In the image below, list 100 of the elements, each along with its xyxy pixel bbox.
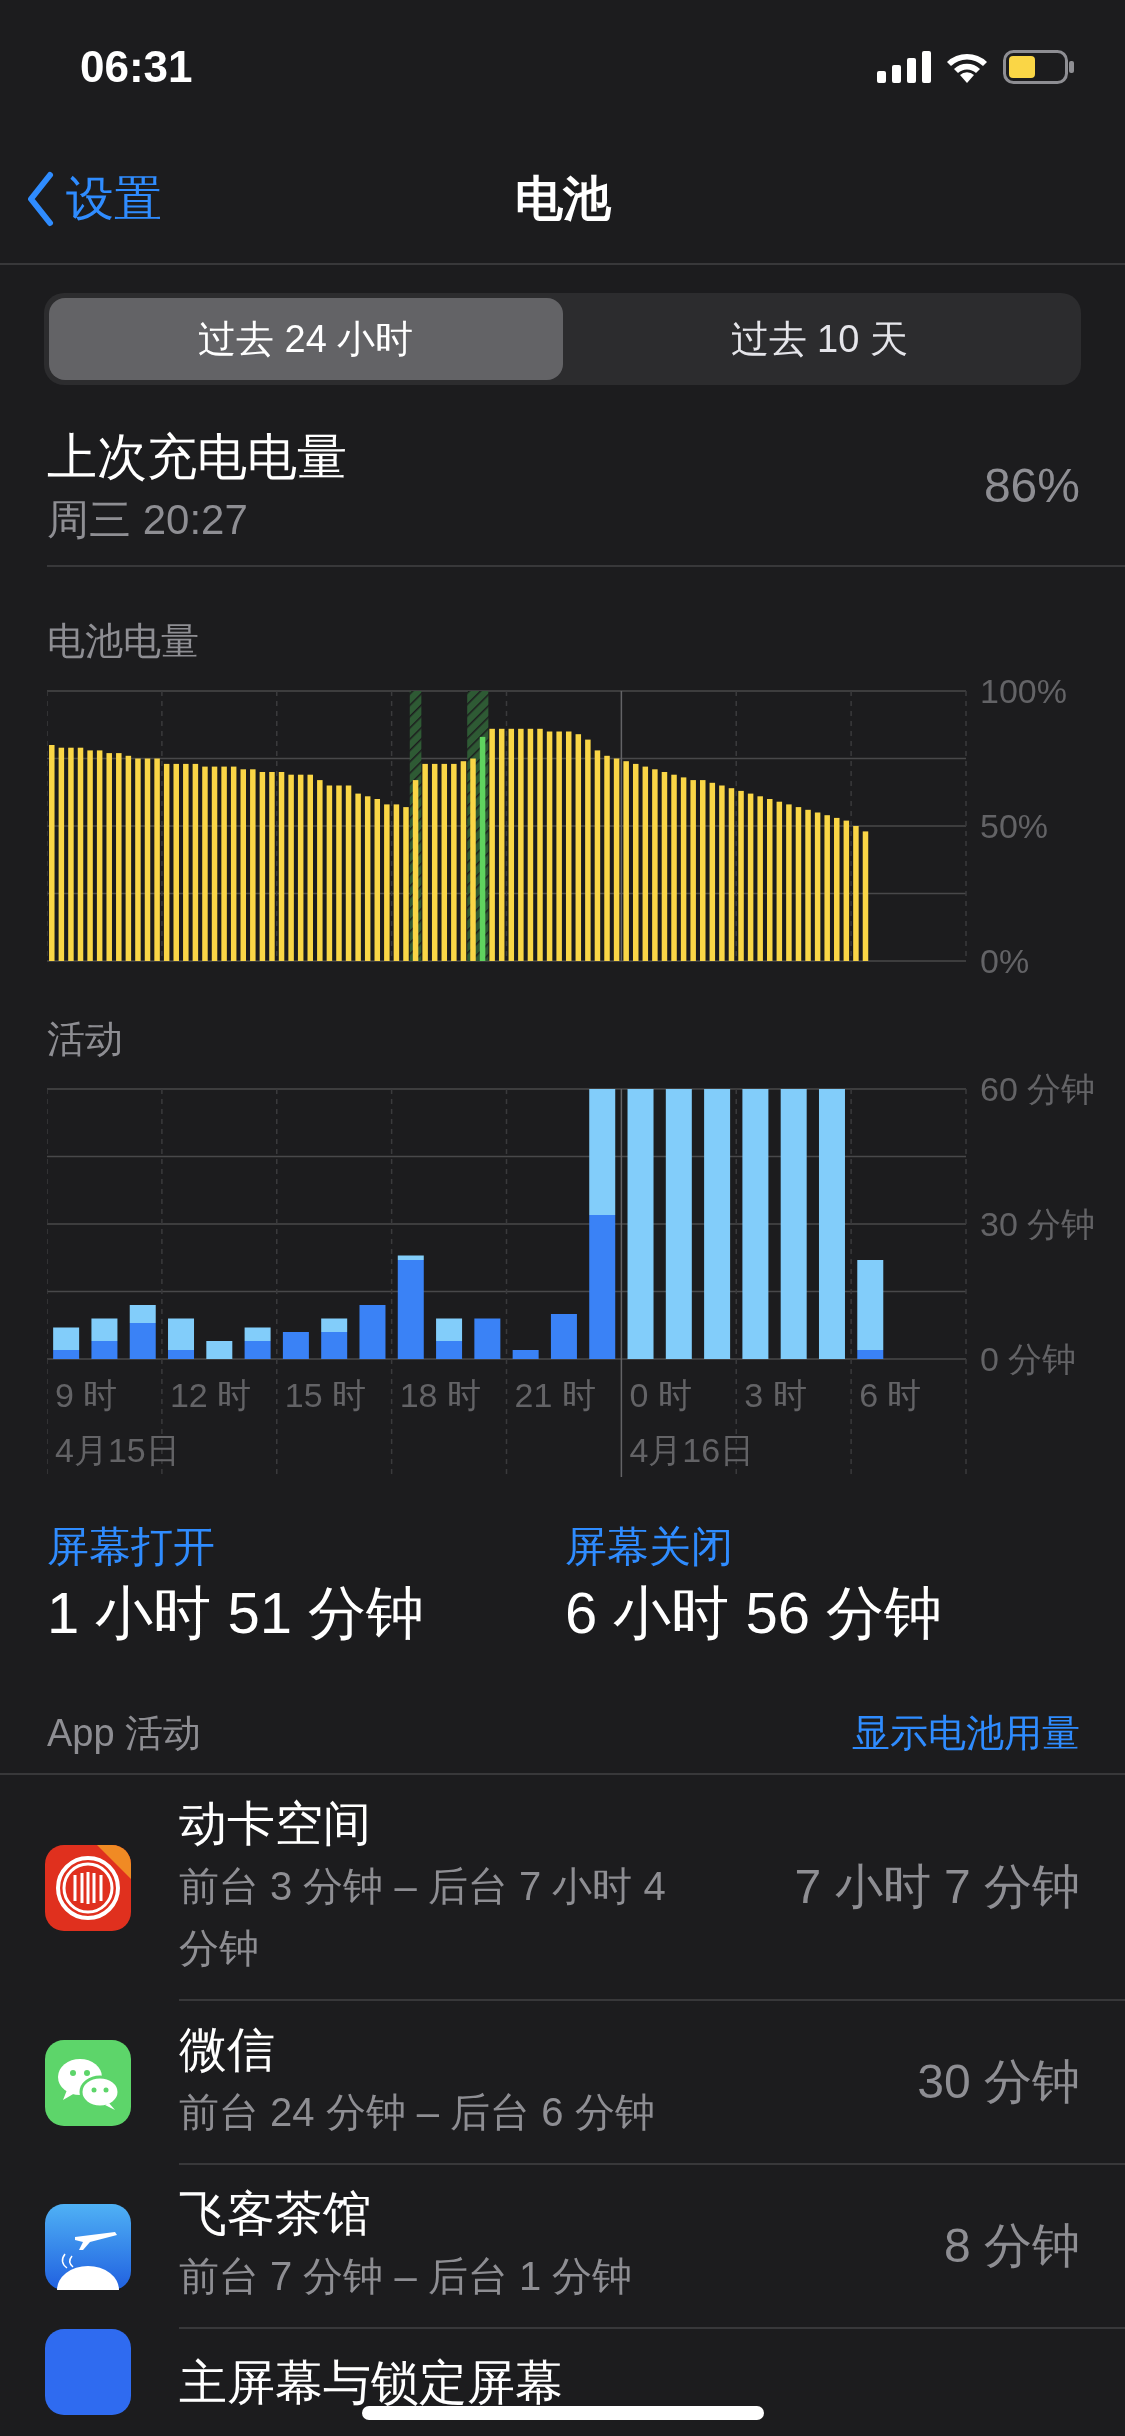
hour-label: 9 时 [55,1376,118,1414]
app-icon [45,2329,131,2415]
axis-label: 50% [980,807,1049,845]
bar [96,750,103,961]
app-row[interactable]: 动卡空间 前台 3 分钟 – 后台 7 小时 4 分钟 7 小时 7 分钟 [0,1775,1125,2001]
bar [431,763,438,961]
bar [489,728,495,961]
hour-label: 6 时 [859,1376,922,1414]
axis-label: 60 分钟 [980,1070,1096,1108]
bar [556,731,562,961]
bar [527,728,534,961]
bar [364,796,371,961]
bar [230,766,237,961]
bar [278,772,285,961]
bar [589,1089,616,1215]
bar [728,788,735,961]
bar [742,1089,769,1359]
bar [183,763,189,961]
bar [403,807,409,961]
stat-value: 1 小时 51 分钟 [47,1579,426,1647]
bar [589,1215,616,1359]
bar [824,815,830,961]
bar [87,750,93,961]
date-label: 4月16日 [629,1431,755,1469]
bar [58,747,65,961]
bar [436,1341,463,1359]
segment-tab[interactable]: 过去 10 天 [562,298,1076,380]
hour-label: 15 时 [284,1376,366,1414]
axis-label: 0% [980,942,1030,980]
bar [345,785,352,961]
last-charge-level: 86% [983,458,1080,514]
segment-tab[interactable]: 过去 24 小时 [49,298,563,380]
bar [336,785,342,961]
bar [259,772,266,961]
hour-label: 18 时 [399,1376,481,1414]
bar [474,1318,501,1359]
bar [512,1350,539,1359]
bar [221,766,227,961]
axis-label: 100% [980,672,1067,710]
bar [202,766,208,961]
bar [317,780,323,961]
hour-label: 12 时 [169,1376,252,1414]
show-usage-link[interactable]: 显示电池用量 [852,1704,1080,1762]
bar [709,782,716,961]
bar [77,747,84,961]
bar [116,753,122,961]
bar [91,1341,118,1359]
back-button[interactable]: 设置 [0,163,162,235]
bar [575,734,582,961]
bar [594,750,601,961]
bar [321,1332,348,1359]
bar [747,793,754,961]
bar [767,799,773,961]
bar [719,785,725,961]
bar [780,1089,807,1359]
bar [537,728,543,961]
bar [632,763,639,961]
bar [192,763,199,961]
back-chevron-icon [26,171,54,227]
app-row[interactable]: 飞客茶馆 前台 7 分钟 – 后台 1 分钟 8 分钟 [0,2165,1125,2329]
bar [441,763,448,961]
hour-label: 0 时 [629,1376,692,1414]
bar [680,777,687,961]
bar [321,1318,348,1332]
app-name: 微信 [179,2022,276,2078]
signal-icon [877,50,931,83]
bar [125,755,132,961]
bar [671,774,677,961]
bar [843,820,850,961]
date-label: 4月15日 [55,1431,180,1469]
bar [786,804,792,961]
stat-label: 屏幕打开 [47,1522,216,1572]
app-usage-detail: 前台 3 分钟 – 后台 7 小时 4 分钟 [179,1863,667,1972]
bar [565,731,572,961]
bar [661,772,668,961]
last-charge-time: 周三 20:27 [47,495,249,545]
app-row[interactable]: 主屏幕与锁定屏幕 [0,2329,1125,2415]
bar [776,801,783,961]
bar [374,799,381,961]
bar [384,804,390,961]
bar [393,804,400,961]
app-row[interactable]: 微信 前台 24 分钟 – 后台 6 分钟 30 分钟 [0,2001,1125,2165]
bar [412,780,419,961]
bar [738,790,744,961]
app-usage-detail: 前台 24 分钟 – 后台 6 分钟 [179,2089,655,2136]
bar [857,1350,884,1359]
bar [288,774,294,961]
chart-title: 活动 [47,1017,124,1061]
bar [106,753,112,961]
bar [53,1327,80,1350]
axis-label: 30 分钟 [980,1205,1096,1243]
bar [49,745,55,961]
app-name: 主屏幕与锁定屏幕 [179,2355,563,2411]
app-battery-time: 30 分钟 [917,2054,1080,2110]
bar [269,772,275,961]
bar [135,758,141,961]
bar [642,766,649,961]
axis-label: 0 分钟 [980,1340,1077,1378]
status-time: 06:31 [80,40,193,93]
bar [604,755,610,961]
